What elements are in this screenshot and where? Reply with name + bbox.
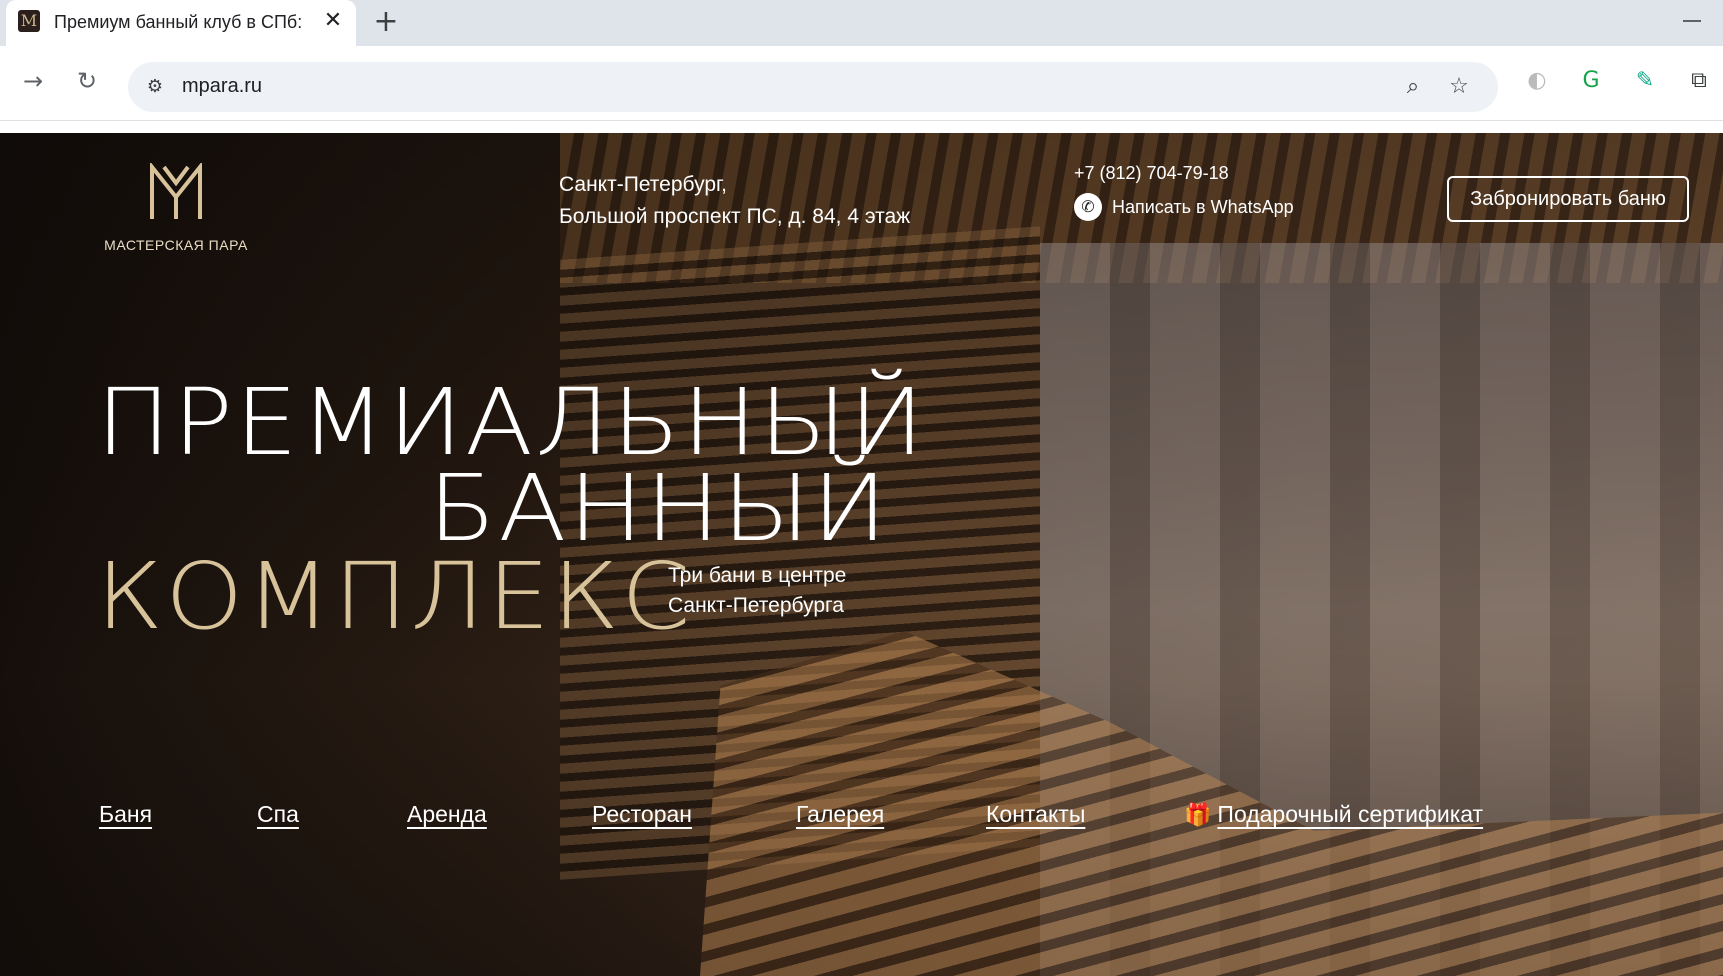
menu-item-gallery[interactable]: Галерея (796, 801, 884, 828)
whatsapp-icon: ✆ (1074, 193, 1102, 221)
menu-item-arenda[interactable]: Аренда (407, 801, 487, 828)
browser-tab[interactable]: M Премиум банный клуб в СПб: ✕ (6, 0, 356, 49)
hero-title-line-2: БАННЫЙ (428, 455, 890, 562)
contacts: +7 (812) 704-79-18 ✆ Написать в WhatsApp (1074, 163, 1294, 221)
address: Санкт-Петербург, Большой проспект ПС, д.… (559, 169, 910, 233)
hero-section: МАСТЕРСКАЯ ПАРА Санкт-Петербург, Большой… (0, 133, 1723, 976)
logo-mark-icon (150, 163, 202, 219)
menu-item-banya[interactable]: Баня (99, 801, 152, 828)
logo-text: МАСТЕРСКАЯ ПАРА (104, 237, 248, 253)
zoom-icon[interactable]: ⌕ (1398, 72, 1428, 102)
phone-link[interactable]: +7 (812) 704-79-18 (1074, 163, 1229, 184)
menu-item-contacts[interactable]: Контакты (986, 801, 1085, 828)
whatsapp-label: Написать в WhatsApp (1112, 196, 1294, 217)
hero-subtitle-line-1: Три бани в центре (668, 564, 847, 587)
hero-subtitle-line-2: Санкт-Петербурга (668, 594, 844, 617)
book-sauna-button[interactable]: Забронировать баню (1447, 176, 1689, 222)
browser-tab-bar: M Премиум банный клуб в СПб: ✕ + (0, 0, 1723, 49)
reload-icon[interactable]: ↻ (68, 62, 106, 100)
star-icon[interactable]: ☆ (1444, 72, 1474, 102)
back-icon[interactable]: → (14, 62, 52, 100)
minimize-window-button[interactable] (1683, 20, 1701, 22)
gift-icon: 🎁 (1184, 803, 1212, 828)
eyedropper-icon[interactable]: ✎ (1630, 66, 1660, 96)
site-favicon-icon: M (18, 10, 40, 32)
address-city: Санкт-Петербург, (559, 173, 727, 196)
hero-subtitle: Три бани в центре Санкт-Петербурга (668, 561, 846, 621)
extensions-puzzle-icon[interactable]: ⧉ (1684, 66, 1714, 96)
site-info-icon[interactable]: ⚙ (140, 72, 170, 102)
menu-item-restaurant[interactable]: Ресторан (592, 801, 692, 828)
tab-title: Премиум банный клуб в СПб: (54, 12, 303, 32)
whatsapp-link[interactable]: ✆ Написать в WhatsApp (1074, 193, 1294, 221)
menu-item-spa[interactable]: Спа (257, 801, 299, 828)
new-tab-button[interactable]: + (370, 6, 402, 38)
menu-item-gift-certificate[interactable]: 🎁 Подарочный сертификат (1184, 801, 1483, 828)
address-street: Большой проспект ПС, д. 84, 4 этаж (559, 205, 911, 228)
site-logo[interactable]: МАСТЕРСКАЯ ПАРА (96, 163, 256, 263)
gift-certificate-label: Подарочный сертификат (1217, 801, 1484, 827)
extension-shield-icon[interactable]: ◐ (1522, 66, 1552, 96)
close-tab-icon[interactable]: ✕ (320, 8, 346, 34)
browser-toolbar: → ↻ ⚙ mpara.ru ⌕ ☆ ◐ G ✎ ⧉ (0, 46, 1723, 121)
address-bar[interactable]: ⚙ mpara.ru ⌕ ☆ (128, 62, 1498, 112)
hero-title-line-3: КОМПЛЕКС (96, 543, 693, 650)
grammarly-icon[interactable]: G (1576, 66, 1606, 96)
url-text[interactable]: mpara.ru (182, 75, 262, 98)
